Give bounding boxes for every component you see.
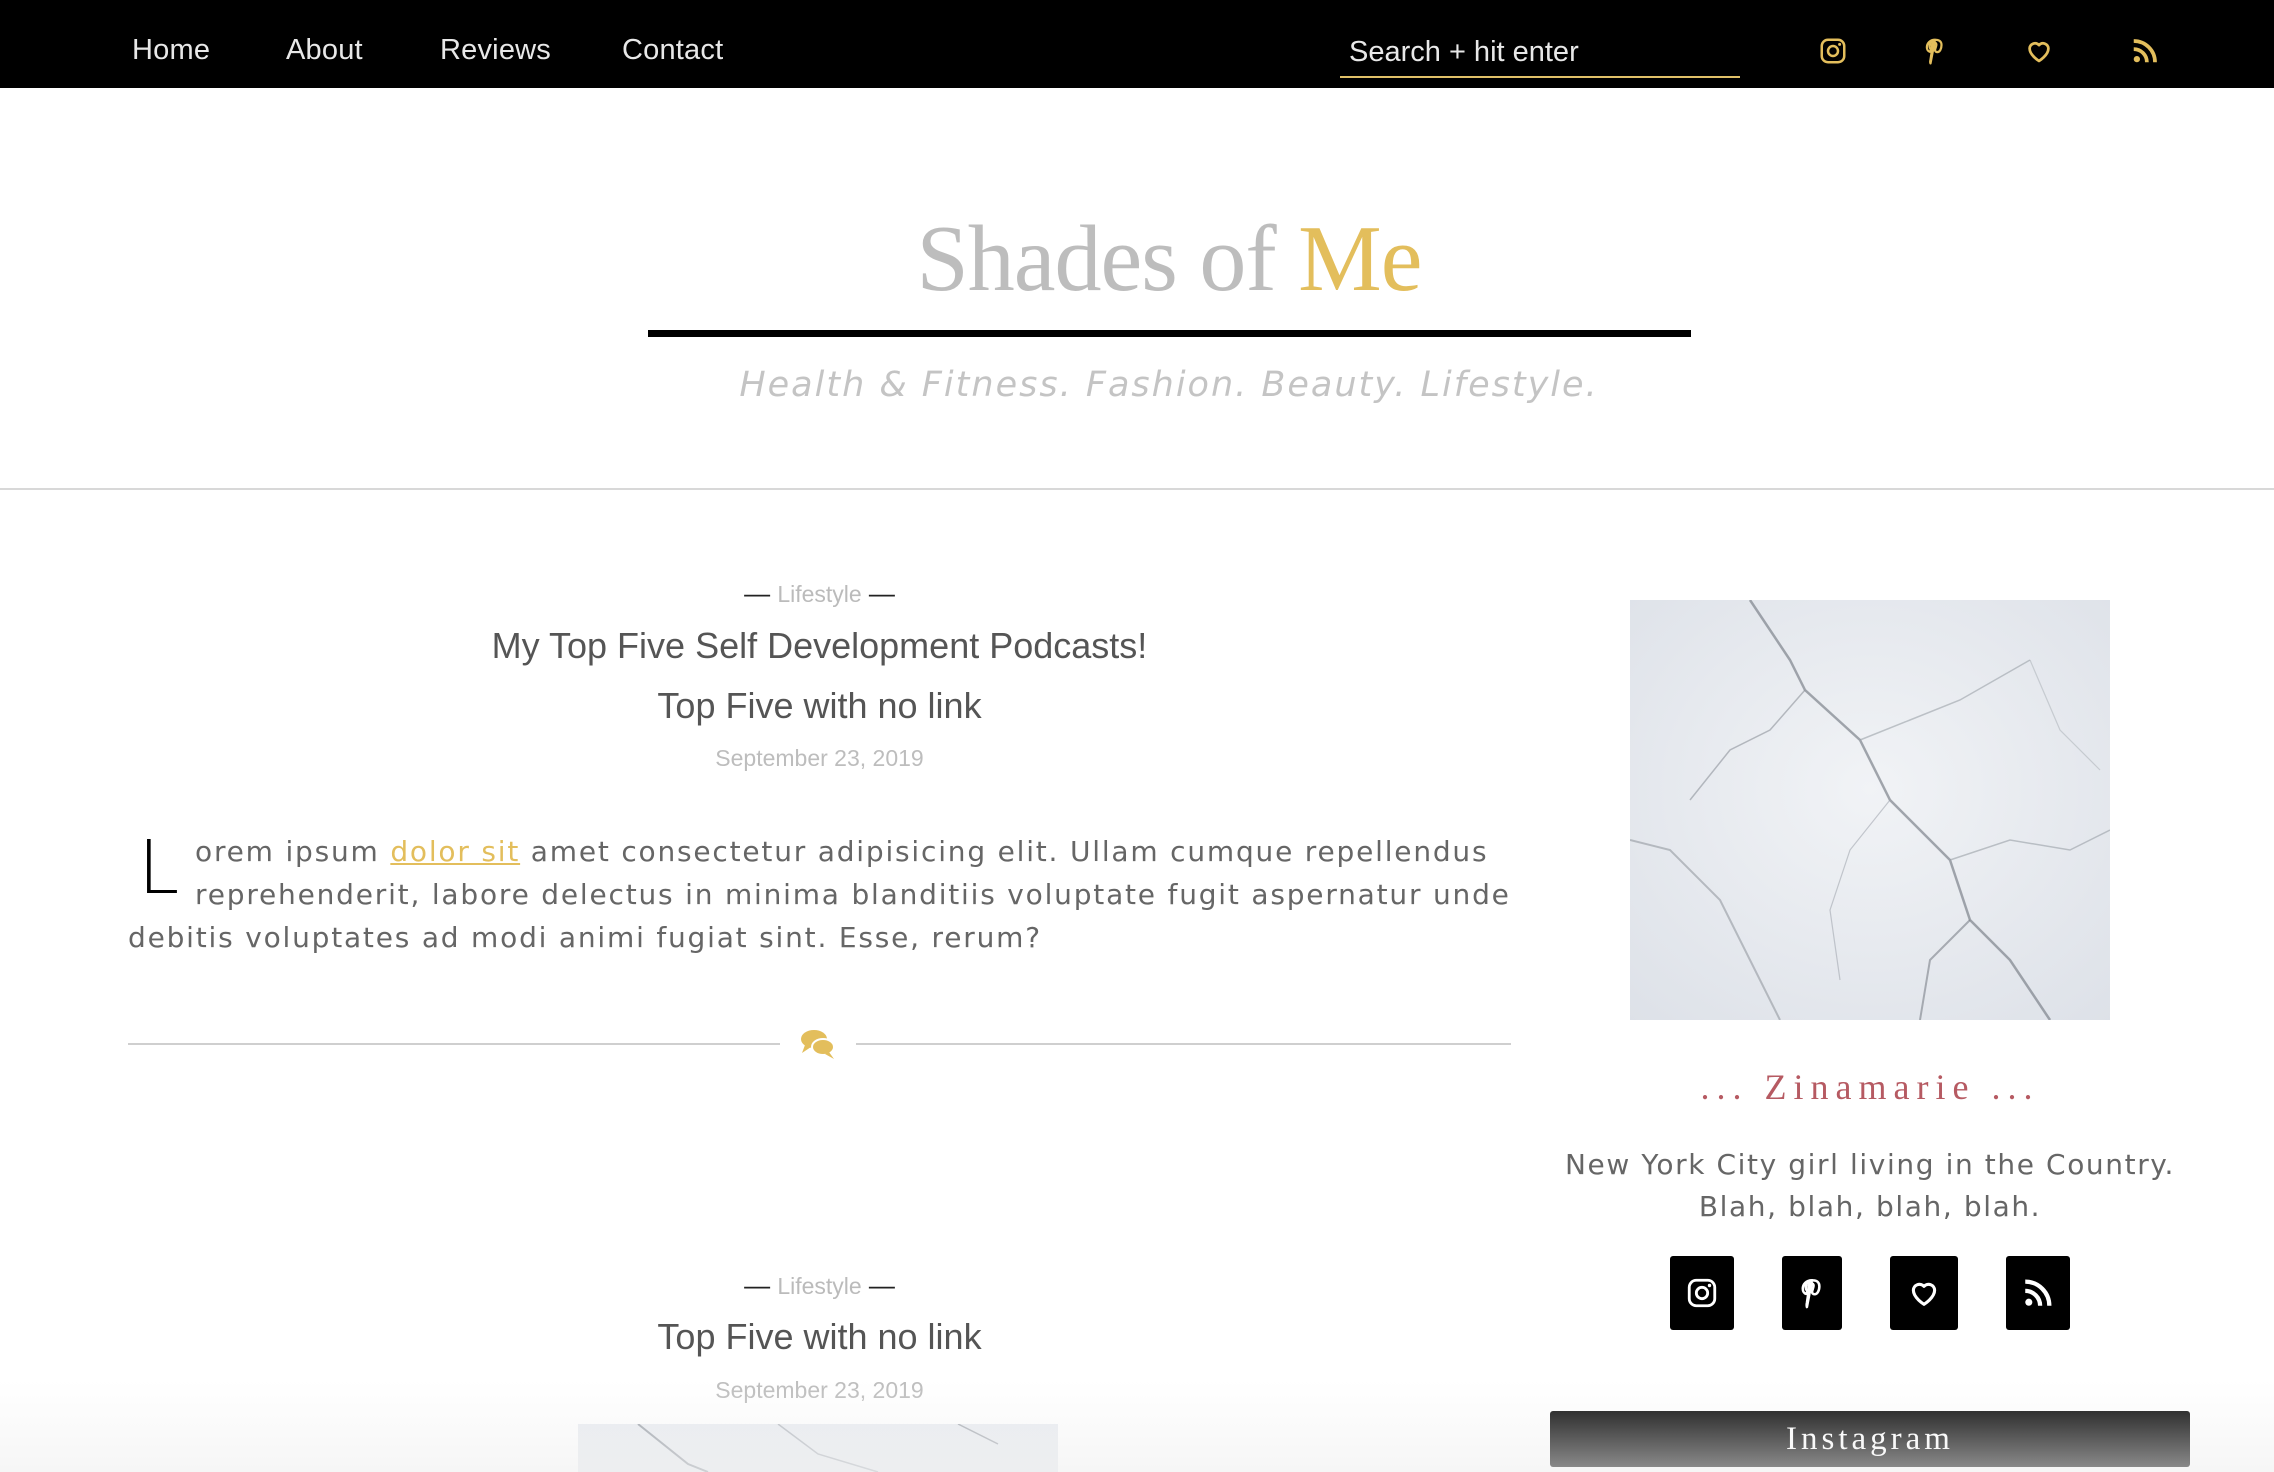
drop-cap: L xyxy=(138,825,182,911)
rss-icon[interactable] xyxy=(2130,36,2160,66)
author-photo xyxy=(1630,600,2110,1020)
instagram-widget-title[interactable]: Instagram xyxy=(1550,1411,2190,1467)
author-bio: New York City girl living in the Country… xyxy=(1550,1144,2190,1228)
post-excerpt: Lorem ipsum dolor sit amet consectetur a… xyxy=(128,830,1511,959)
category-dash-right: — xyxy=(861,1270,895,1300)
post-divider-right xyxy=(856,1043,1511,1045)
search-input[interactable] xyxy=(1340,28,1740,78)
nav-about-link[interactable]: About xyxy=(286,34,363,67)
site-tagline: Health & Fitness. Fashion. Beauty. Lifes… xyxy=(739,365,1599,405)
pinterest-icon[interactable] xyxy=(1920,36,1950,66)
post-featured-image[interactable] xyxy=(578,1424,1058,1472)
sidebar-pinterest-button[interactable] xyxy=(1782,1256,1842,1330)
post-category-label[interactable]: Lifestyle xyxy=(777,581,861,607)
site-title-main: Shades of xyxy=(916,207,1299,311)
post-title[interactable]: My Top Five Self Development Podcasts! xyxy=(128,625,1511,667)
post-category[interactable]: — Lifestyle — xyxy=(128,578,1511,609)
nav-reviews-link[interactable]: Reviews xyxy=(440,34,551,67)
category-dash-left: — xyxy=(744,1270,778,1300)
sidebar-rss-button[interactable] xyxy=(2006,1256,2070,1330)
nav-contact-link[interactable]: Contact xyxy=(622,34,723,67)
excerpt-link[interactable]: dolor sit xyxy=(390,835,520,868)
post-divider-left xyxy=(128,1043,780,1045)
heart-icon xyxy=(1911,1282,1937,1306)
category-dash-left: — xyxy=(744,578,778,608)
heart-icon[interactable] xyxy=(2024,36,2054,66)
post-date: September 23, 2019 xyxy=(715,1377,924,1403)
site-title[interactable]: Shades of Me xyxy=(0,205,2274,313)
header-divider xyxy=(0,488,2274,490)
top-nav: Home About Reviews Contact xyxy=(0,0,2274,88)
rss-icon xyxy=(2025,1279,2052,1306)
instagram-icon[interactable] xyxy=(1818,36,1848,66)
post-category-label[interactable]: Lifestyle xyxy=(777,1273,861,1299)
post-date: September 23, 2019 xyxy=(715,745,924,771)
author-bio-line1: New York City girl living in the Country… xyxy=(1565,1148,2175,1181)
author-bio-line2: Blah, blah, blah, blah. xyxy=(1698,1190,2042,1223)
title-underline xyxy=(648,330,1691,337)
site-title-accent: Me xyxy=(1298,207,1422,311)
sidebar-heart-button[interactable] xyxy=(1890,1256,1958,1330)
category-dash-right: — xyxy=(861,578,895,608)
nav-home-link[interactable]: Home xyxy=(132,34,210,67)
comments-icon[interactable] xyxy=(798,1026,838,1062)
post-title[interactable]: Top Five with no link xyxy=(128,1316,1511,1358)
post-subtitle: Top Five with no link xyxy=(657,685,982,726)
sidebar-instagram-button[interactable] xyxy=(1670,1256,1734,1330)
author-name: ... Zinamarie ... xyxy=(1700,1067,2040,1107)
pinterest-icon xyxy=(1801,1278,1821,1309)
excerpt-text-before: orem ipsum xyxy=(195,835,391,868)
instagram-icon xyxy=(1687,1278,1717,1308)
post-category[interactable]: — Lifestyle — xyxy=(128,1270,1511,1301)
